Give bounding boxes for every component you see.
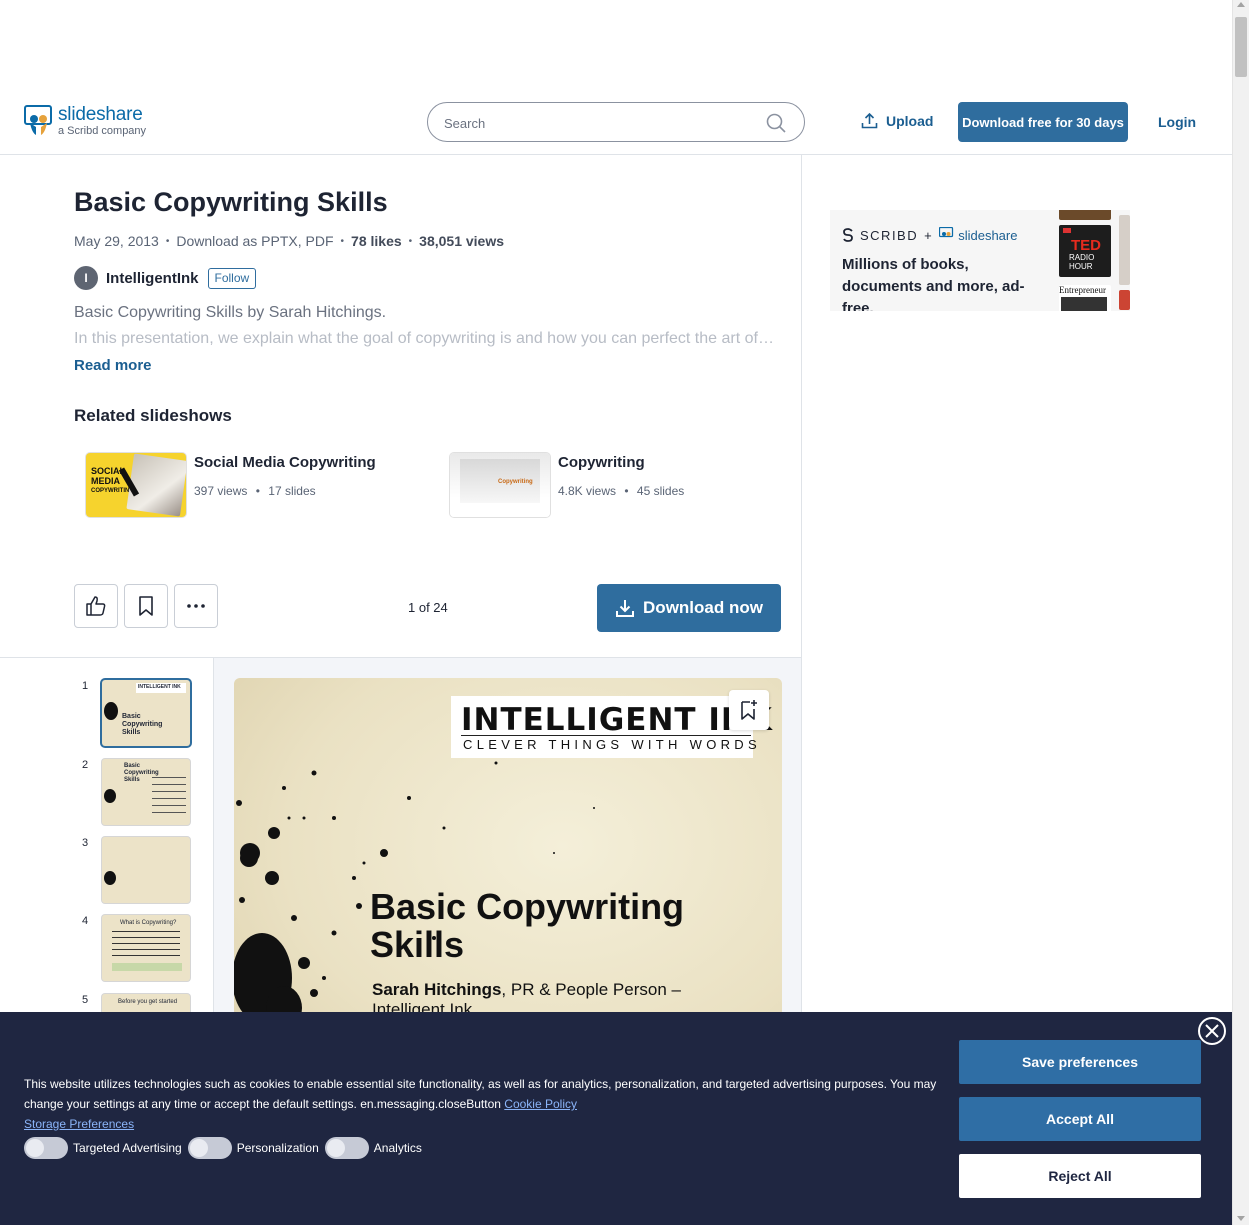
- upload-label: Upload: [886, 112, 934, 129]
- action-buttons: [74, 584, 224, 628]
- cookie-banner: This website utilizes technologies such …: [0, 1012, 1232, 1225]
- accept-all-button[interactable]: Accept All: [959, 1097, 1201, 1141]
- thumbnail-image: What is Copywriting?: [102, 915, 190, 981]
- related-title: Social Media Copywriting: [194, 454, 376, 471]
- scribd-ad[interactable]: SCRIBD + slideshare Millions of books, d…: [830, 210, 1130, 311]
- close-icon: [1205, 1024, 1219, 1038]
- download-free-button[interactable]: Download free for 30 days: [958, 102, 1128, 142]
- download-as-link[interactable]: Download as PPTX, PDF: [176, 233, 333, 249]
- related-card[interactable]: SOCIAL MEDIA COPYWRITING Social Media Co…: [86, 453, 376, 517]
- description-line-1: Basic Copywriting Skills by Sarah Hitchi…: [74, 304, 387, 321]
- save-button[interactable]: [124, 584, 168, 628]
- read-more-link[interactable]: Read more: [74, 357, 152, 374]
- slide-title: Basic Copywriting Skills: [370, 886, 685, 965]
- thumbnail-image: [102, 837, 190, 903]
- slide-brand-box: INTELLIGENT INK CLEVER THINGS WITH WORDS: [451, 696, 772, 758]
- analytics-toggle[interactable]: [324, 1137, 369, 1159]
- upload-icon: [861, 112, 878, 129]
- cookie-close-button[interactable]: [1198, 1017, 1226, 1045]
- toggle-label: Personalization: [236, 1141, 319, 1155]
- like-button[interactable]: [74, 584, 118, 628]
- scroll-up-arrow[interactable]: [1237, 2, 1245, 7]
- download-now-label: Download now: [643, 598, 763, 617]
- personalization-toggle[interactable]: [187, 1137, 232, 1159]
- search-icon[interactable]: [766, 113, 786, 138]
- download-now-button[interactable]: Download now: [597, 584, 781, 632]
- toggle-label: Analytics: [373, 1141, 422, 1155]
- ad-brand-row: SCRIBD + slideshare: [842, 227, 1017, 243]
- scribd-icon: [843, 228, 853, 242]
- thumbnail-item[interactable]: 2 Basic Copywriting Skills: [82, 759, 190, 825]
- cookie-toggles: Targeted Advertising Personalization Ana…: [24, 1137, 428, 1159]
- avatar[interactable]: I: [74, 266, 98, 290]
- slide-presenter: Sarah Hitchings, PR & People Person –: [372, 980, 681, 999]
- targeted-advertising-toggle[interactable]: [24, 1137, 68, 1159]
- upload-date: May 29, 2013: [74, 233, 159, 249]
- related-stats: 4.8K views • 45 slides: [558, 484, 685, 498]
- related-title: Copywriting: [558, 454, 645, 471]
- related-heading: Related slideshows: [74, 406, 232, 425]
- page-scrollbar[interactable]: [1232, 0, 1249, 1225]
- related-thumbnail: Copywriting: [450, 453, 550, 517]
- cookie-message: This website utilizes technologies such …: [24, 1074, 944, 1134]
- search-box: [427, 102, 805, 142]
- related-card[interactable]: Copywriting Copywriting 4.8K views • 45 …: [450, 453, 684, 517]
- slideshare-logo-icon: [24, 105, 54, 137]
- related-stats: 397 views • 17 slides: [194, 484, 316, 498]
- separator-dot: •: [165, 235, 170, 247]
- ad-text: Millions of books, documents and more, a…: [842, 256, 1025, 311]
- ad-book-cover: TED RADIO HOUR: [1059, 225, 1111, 277]
- logo-sub: a Scribd company: [58, 125, 147, 137]
- toggle-label: Targeted Advertising: [73, 1141, 182, 1155]
- page-indicator: 1 of 24: [408, 600, 448, 615]
- save-preferences-button[interactable]: Save preferences: [959, 1040, 1201, 1084]
- thumbnail-item[interactable]: 4 What is Copywriting?: [82, 915, 190, 981]
- download-icon: [616, 600, 635, 617]
- more-options-button[interactable]: [174, 584, 218, 628]
- related-thumbnail: SOCIAL MEDIA COPYWRITING: [86, 453, 186, 517]
- page-title: Basic Copywriting Skills: [74, 187, 388, 217]
- upload-button[interactable]: Upload: [861, 112, 933, 129]
- slideshare-icon: [939, 227, 954, 238]
- thumbs-up-icon: [86, 596, 106, 616]
- site-header: slideshare a Scribd company Upload Downl…: [0, 88, 1232, 155]
- scroll-thumb[interactable]: [1235, 17, 1247, 77]
- bookmark-add-icon: [741, 700, 757, 720]
- logo-name: slideshare: [58, 104, 143, 125]
- description-line-2: In this presentation, we explain what th…: [74, 330, 774, 347]
- cookie-message-text: This website utilizes technologies such …: [24, 1077, 937, 1111]
- storage-preferences-link[interactable]: Storage Preferences: [24, 1117, 134, 1131]
- author-row: I IntelligentInk Follow: [74, 266, 257, 290]
- scroll-down-arrow[interactable]: [1237, 1216, 1245, 1221]
- slide-brand-tagline: CLEVER THINGS WITH WORDS: [463, 737, 761, 752]
- search-input[interactable]: [444, 114, 744, 132]
- separator-dot: •: [408, 235, 413, 247]
- document-meta: May 29, 2013 • Download as PPTX, PDF • 7…: [74, 233, 504, 249]
- thumbnail-image: INTELLIGENT INK Basic Copywriting Skills: [102, 680, 190, 746]
- bookmark-icon: [139, 596, 153, 616]
- thumbnail-number: 4: [82, 915, 89, 927]
- separator-dot: •: [340, 235, 345, 247]
- page: slideshare a Scribd company Upload Downl…: [0, 0, 1249, 1225]
- author-name[interactable]: IntelligentInk: [106, 270, 199, 287]
- thumbnail-number: 1: [82, 680, 89, 692]
- slide-brand-name: INTELLIGENT INK: [461, 702, 773, 738]
- login-link[interactable]: Login: [1158, 114, 1196, 130]
- ad-book-cover: Entrepreneur: [1059, 285, 1111, 311]
- thumbnail-number: 3: [82, 837, 89, 849]
- thumbnail-item[interactable]: 1 INTELLIGENT INK Basic Copywriting Skil…: [82, 680, 190, 746]
- cookie-policy-link[interactable]: Cookie Policy: [504, 1097, 577, 1111]
- slideshare-logo[interactable]: slideshare a Scribd company: [24, 105, 146, 137]
- slide-bookmark-button[interactable]: [729, 690, 769, 730]
- thumb-caption: Copywriting: [498, 479, 533, 485]
- follow-button[interactable]: Follow: [207, 267, 257, 289]
- likes-count: 78 likes: [351, 233, 402, 249]
- reject-all-button[interactable]: Reject All: [959, 1154, 1201, 1198]
- more-icon: [187, 604, 205, 608]
- thumbnail-image: Basic Copywriting Skills: [102, 759, 190, 825]
- views-count: 38,051 views: [419, 233, 505, 249]
- thumbnail-item[interactable]: 3: [82, 837, 190, 903]
- thumbnail-number: 2: [82, 759, 89, 771]
